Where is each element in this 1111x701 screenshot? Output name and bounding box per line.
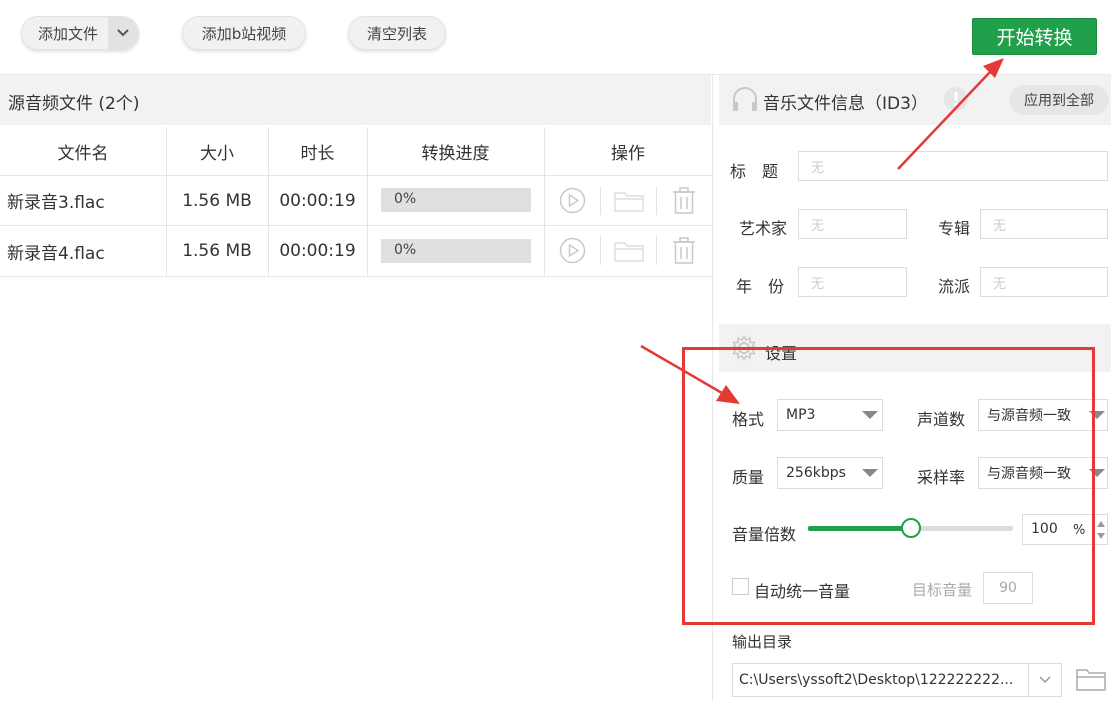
chevron-down-icon (117, 29, 129, 37)
artist-label: 艺术家 (739, 219, 788, 238)
progress-bar: 0% (381, 239, 531, 263)
add-file-label: 添加文件 (38, 24, 99, 43)
headphones-icon (733, 87, 757, 111)
year-label: 年 份 (736, 277, 785, 296)
title-label: 标 题 (730, 162, 779, 181)
row-duration: 00:00:19 (279, 190, 356, 211)
delete-icon[interactable] (671, 237, 697, 265)
folder-icon[interactable] (1076, 667, 1106, 691)
output-label: 输出目录 (732, 633, 793, 651)
col-filename: 文件名 (57, 143, 109, 164)
col-progress: 转换进度 (421, 143, 490, 164)
col-actions: 操作 (611, 143, 645, 164)
col-duration: 时长 (300, 143, 335, 164)
row-duration: 00:00:19 (279, 241, 356, 261)
row-size: 1.56 MB (182, 241, 252, 261)
highlight-box (682, 347, 1095, 625)
year-field[interactable]: 无 (798, 267, 907, 297)
album-label: 专辑 (938, 219, 971, 238)
col-size: 大小 (200, 143, 234, 164)
id3-title: 音乐文件信息（ID3） (763, 94, 928, 114)
title-field[interactable]: 无 (798, 151, 1108, 181)
row-filename: 新录音3.flac (7, 193, 105, 213)
spinner-arrows-icon[interactable] (1096, 519, 1106, 541)
source-title: 源音频文件 (2个) (8, 94, 140, 114)
play-icon[interactable] (559, 187, 586, 214)
output-path-select[interactable]: C:\Users\yssoft2\Desktop\122222222... (732, 663, 1062, 697)
start-convert-button[interactable]: 开始转换 (972, 18, 1097, 55)
output-dropdown[interactable] (1028, 664, 1061, 696)
add-bilibili-button[interactable]: 添加b站视频 (182, 16, 306, 50)
add-file-dropdown[interactable] (108, 17, 138, 49)
progress-bar: 0% (381, 188, 531, 212)
clear-list-button[interactable]: 清空列表 (348, 16, 446, 50)
apply-to-all-button[interactable]: 应用到全部 (1009, 85, 1109, 115)
album-field[interactable]: 无 (980, 209, 1108, 239)
genre-field[interactable]: 无 (980, 267, 1108, 297)
add-file-button[interactable]: 添加文件 (21, 16, 139, 50)
chevron-down-icon (1039, 676, 1051, 684)
output-path: C:\Users\yssoft2\Desktop\122222222... (739, 672, 1014, 688)
progress-text: 0% (394, 242, 417, 258)
row-filename: 新录音4.flac (7, 243, 105, 264)
artist-field[interactable]: 无 (798, 209, 907, 239)
folder-icon[interactable] (614, 240, 644, 262)
genre-label: 流派 (938, 277, 971, 296)
info-icon[interactable] (943, 86, 969, 112)
play-icon[interactable] (559, 237, 586, 264)
row-size: 1.56 MB (182, 190, 252, 211)
folder-icon[interactable] (614, 190, 644, 212)
progress-text: 0% (394, 191, 417, 207)
delete-icon[interactable] (671, 187, 697, 215)
